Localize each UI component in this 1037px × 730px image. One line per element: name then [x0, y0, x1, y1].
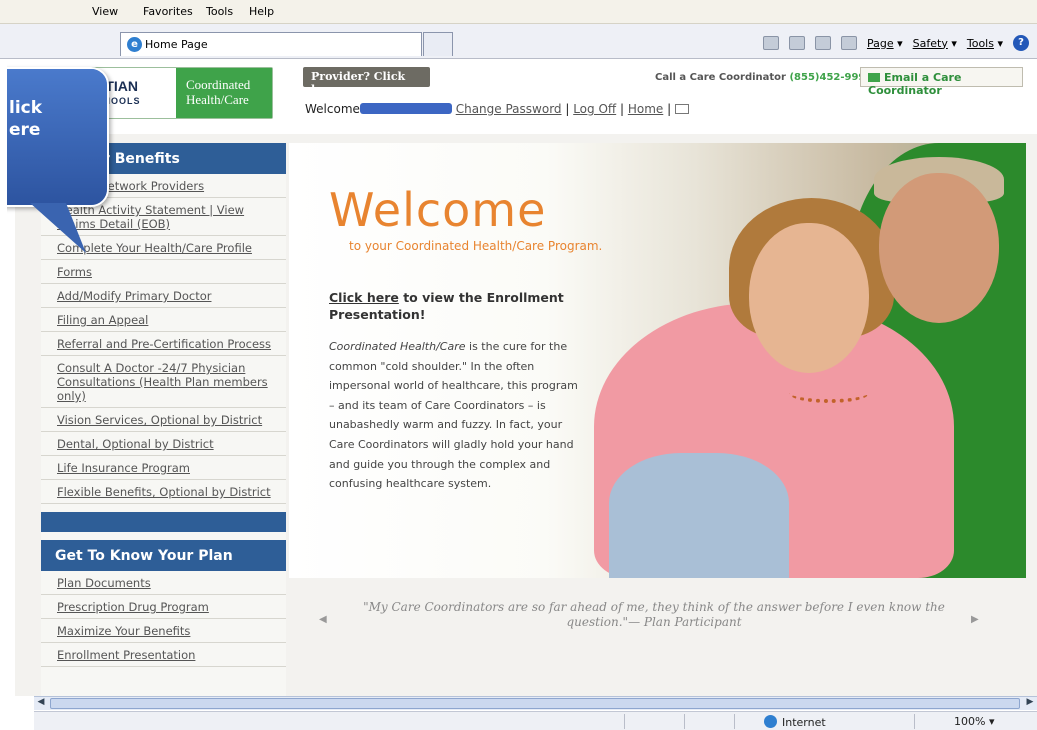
click-here-callout: lick ere — [7, 67, 109, 207]
logo-program: Coordinated Health/Care — [176, 68, 272, 118]
help-icon[interactable]: ? — [1013, 35, 1029, 51]
sidebar-item-drug-program[interactable]: Prescription Drug Program — [41, 595, 286, 619]
status-bar: Internet 100% ▾ — [34, 711, 1037, 730]
sidebar-divider — [41, 512, 286, 532]
zoom-level[interactable]: 100% ▾ — [954, 715, 994, 728]
home-icon[interactable] — [762, 36, 779, 50]
status-separator — [734, 714, 735, 729]
envelope-icon — [868, 73, 880, 82]
sidebar-item-vision[interactable]: Vision Services, Optional by District — [41, 408, 286, 432]
sidebar-item-life-insurance[interactable]: Life Insurance Program — [41, 456, 286, 480]
change-password-link[interactable]: Change Password — [456, 102, 562, 116]
tab-bar: e Home Page Page ▾ Safety ▾ Tools ▾ ? — [0, 24, 1037, 59]
tools-menu[interactable]: Tools ▾ — [967, 37, 1003, 50]
sidebar-item-referral[interactable]: Referral and Pre-Certification Process — [41, 332, 286, 356]
horizontal-scrollbar[interactable]: ◀ ▶ — [34, 696, 1037, 710]
hero-title: Welcome — [329, 183, 547, 237]
hero-banner: Welcome to your Coordinated Health/Care … — [289, 143, 1026, 578]
menu-bar: View Favorites Tools Help — [0, 0, 1037, 24]
provider-button[interactable]: Provider? Click here. — [303, 67, 430, 96]
sidebar-item-primary-doctor[interactable]: Add/Modify Primary Doctor — [41, 284, 286, 308]
print-icon[interactable] — [840, 36, 857, 50]
ie-icon: e — [127, 37, 142, 52]
scroll-right-icon[interactable]: ▶ — [1023, 697, 1037, 710]
sidebar-item-flexible[interactable]: Flexible Benefits, Optional by District — [41, 480, 286, 504]
new-tab-button[interactable] — [423, 32, 453, 56]
sidebar-item-dental[interactable]: Dental, Optional by District — [41, 432, 286, 456]
hero-photo-man-face — [879, 173, 999, 323]
sidebar-heading-plan: Get To Know Your Plan — [41, 540, 286, 571]
quote-prev-arrow-icon[interactable]: ◀ — [319, 614, 327, 625]
hero-body: Coordinated Health/Care is the cure for … — [329, 340, 578, 491]
scroll-left-icon[interactable]: ◀ — [34, 697, 48, 710]
mail-icon[interactable] — [814, 36, 831, 50]
safety-menu[interactable]: Safety ▾ — [913, 37, 957, 50]
menu-view[interactable]: View — [92, 5, 118, 18]
site-header: PTIAN CHOOLS Coordinated Health/Care Provi… — [15, 59, 1037, 134]
welcome-bar: Welcome Change Password | Log Off | Home… — [305, 102, 689, 116]
command-bar: Page ▾ Safety ▾ Tools ▾ ? — [762, 34, 1029, 52]
menu-tools[interactable]: Tools — [206, 5, 233, 18]
tab-home-page[interactable]: e Home Page — [120, 32, 422, 56]
tab-title: Home Page — [145, 38, 208, 51]
page-menu[interactable]: Page ▾ — [867, 37, 903, 50]
email-coordinator-button[interactable]: Email a Care Coordinator — [860, 67, 1023, 97]
sidebar-item-plan-documents[interactable]: Plan Documents — [41, 571, 286, 595]
globe-icon — [764, 715, 777, 728]
enrollment-cta: Click here to view the Enrollment Presen… — [329, 290, 564, 322]
menu-favorites[interactable]: Favorites — [143, 5, 193, 18]
sidebar-item-forms[interactable]: Forms — [41, 260, 286, 284]
security-zone[interactable]: Internet — [764, 715, 826, 729]
callout-text: lick ere — [9, 98, 43, 140]
sidebar-item-consult[interactable]: Consult A Doctor -24/7 Physician Consult… — [41, 356, 286, 408]
sidebar-item-maximize[interactable]: Maximize Your Benefits — [41, 619, 286, 643]
mail-icon[interactable] — [674, 104, 689, 114]
hero-subtitle: to your Coordinated Health/Care Program. — [349, 239, 603, 253]
scroll-thumb[interactable] — [50, 698, 1020, 709]
status-separator — [624, 714, 625, 729]
testimonial-text: "My Care Coordinators are so far ahead o… — [363, 600, 945, 629]
sidebar-item-appeal[interactable]: Filing an Appeal — [41, 308, 286, 332]
testimonial-band: ◀ "My Care Coordinators are so far ahead… — [289, 578, 1026, 696]
quote-next-arrow-icon[interactable]: ▶ — [971, 614, 979, 625]
hero-photo-jeans — [609, 453, 789, 578]
feeds-icon[interactable] — [788, 36, 805, 50]
status-separator — [684, 714, 685, 729]
status-separator — [914, 714, 915, 729]
home-link[interactable]: Home — [628, 102, 663, 116]
sidebar-item-enrollment[interactable]: Enrollment Presentation — [41, 643, 286, 667]
enrollment-link[interactable]: Click here — [329, 290, 399, 305]
menu-help[interactable]: Help — [249, 5, 274, 18]
call-coordinator: Call a Care Coordinator (855)452-9997 — [655, 72, 873, 83]
log-off-link[interactable]: Log Off — [573, 102, 616, 116]
redacted-username — [359, 103, 452, 114]
hero-photo-woman-face — [749, 223, 869, 373]
page-viewport: PTIAN CHOOLS Coordinated Health/Care Provi… — [7, 59, 1037, 696]
hero-photo-necklace — [789, 383, 869, 403]
